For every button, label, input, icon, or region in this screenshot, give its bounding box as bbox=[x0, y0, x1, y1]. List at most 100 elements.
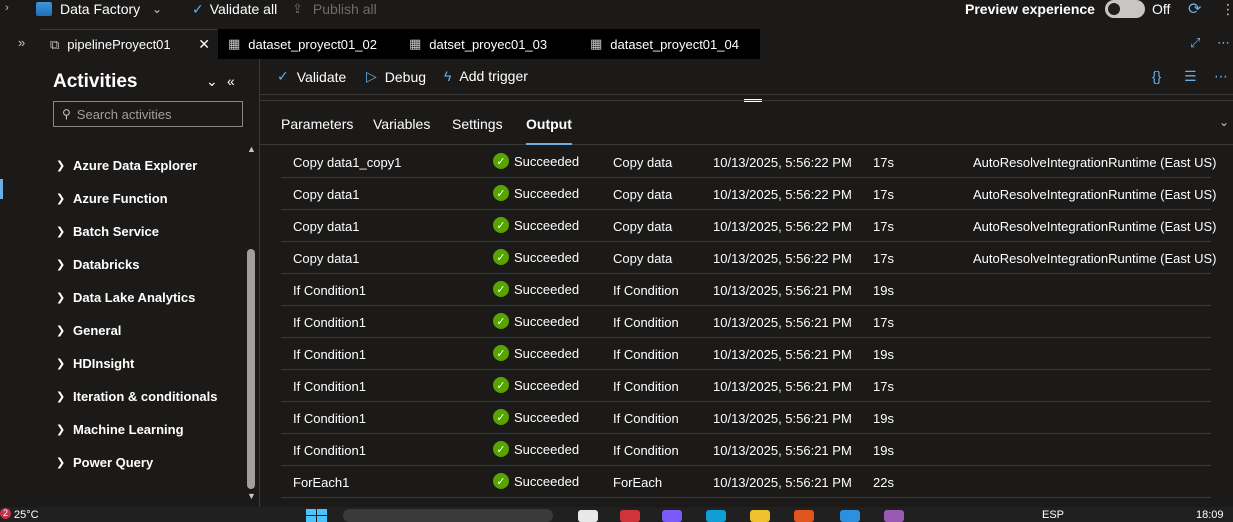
folder-icon[interactable] bbox=[750, 510, 770, 522]
status-label: Succeeded bbox=[514, 185, 580, 201]
activity-category[interactable]: ❯ Iteration & conditionals bbox=[56, 380, 217, 413]
activities-panel: Activities ⌄ « ⚲ ❯ Azure Data Explorer ❯ A… bbox=[40, 59, 260, 507]
hide-panel-icon[interactable]: « bbox=[227, 73, 235, 89]
output-table: Copy data1_copy1 Copy data 10/13/2025, 5:5… bbox=[281, 146, 1217, 498]
tab-dataset-04[interactable]: ▦ dataset_proyect01_04 bbox=[580, 29, 760, 59]
chrome-icon[interactable] bbox=[794, 510, 814, 522]
activity-category[interactable]: ❯ Power Query bbox=[56, 446, 217, 479]
taskbar-search[interactable] bbox=[343, 509, 553, 522]
add-trigger-button[interactable]: ϟ Add trigger bbox=[444, 68, 528, 84]
windows-start-icon[interactable] bbox=[306, 509, 328, 522]
close-icon[interactable]: ✕ bbox=[198, 36, 210, 53]
expand-icon[interactable]: › bbox=[0, 0, 14, 18]
language-indicator[interactable]: ESP bbox=[1042, 509, 1064, 521]
code-icon[interactable]: {} bbox=[1152, 68, 1161, 84]
table-row[interactable]: Copy data1 Copy data 10/13/2025, 5:56:22 P… bbox=[281, 210, 1217, 242]
edge-icon[interactable] bbox=[706, 510, 726, 522]
tab-label: dataset_proyect01_04 bbox=[610, 36, 739, 52]
validate-button[interactable]: ✓ Validate bbox=[277, 68, 346, 85]
run-start: 10/13/2025, 5:56:22 PM bbox=[713, 187, 852, 202]
table-row[interactable]: If Condition1 If Condition 10/13/2025, 5:5… bbox=[281, 338, 1211, 370]
validate-all-button[interactable]: ✓ Validate all bbox=[192, 0, 277, 18]
publish-all-button[interactable]: ⇪ Publish all bbox=[292, 0, 377, 18]
tab-output[interactable]: Output bbox=[526, 116, 572, 145]
document-tab-bar: » ⧉ pipelineProyect01 ✕ ▦ dataset_proyec… bbox=[0, 29, 1233, 59]
debug-button[interactable]: ▷ Debug bbox=[366, 68, 426, 85]
activity-name: If Condition1 bbox=[293, 443, 366, 458]
table-row[interactable]: Copy data1 Copy data 10/13/2025, 5:56:22 P… bbox=[281, 178, 1217, 210]
maximize-icon[interactable]: ⤢ bbox=[1190, 35, 1200, 51]
notification-badge: 2 bbox=[0, 508, 11, 519]
chevron-down-icon[interactable]: ⌄ bbox=[152, 0, 162, 18]
category-label: Batch Service bbox=[73, 224, 159, 239]
activity-category[interactable]: ❯ Azure Function bbox=[56, 182, 217, 215]
weather-temperature[interactable]: 25°C bbox=[14, 509, 39, 521]
table-row[interactable]: If Condition1 If Condition 10/13/2025, 5:5… bbox=[281, 274, 1211, 306]
tab-pipeline[interactable]: ⧉ pipelineProyect01 ✕ bbox=[40, 29, 218, 59]
properties-icon[interactable]: ☰ bbox=[1184, 68, 1197, 85]
chevron-right-icon: ❯ bbox=[56, 193, 66, 205]
table-row[interactable]: If Condition1 If Condition 10/13/2025, 5:5… bbox=[281, 434, 1211, 466]
collapse-all-icon[interactable]: ⌄ bbox=[206, 73, 218, 90]
table-row[interactable]: ForEach1 ForEach 10/13/2025, 5:56:21 PM 22s… bbox=[281, 466, 1211, 498]
more-icon[interactable]: ⋮ bbox=[1221, 0, 1233, 18]
more-icon[interactable]: ⋯ bbox=[1214, 68, 1228, 85]
table-row[interactable]: If Condition1 If Condition 10/13/2025, 5:5… bbox=[281, 306, 1211, 338]
activity-category[interactable]: ❯ HDInsight bbox=[56, 347, 217, 380]
toggle-state-label: Off bbox=[1152, 1, 1171, 17]
tab-label: datset_proyec01_03 bbox=[429, 36, 548, 52]
activity-category[interactable]: ❯ Data Lake Analytics bbox=[56, 281, 217, 314]
table-row[interactable]: If Condition1 If Condition 10/13/2025, 5:5… bbox=[281, 370, 1211, 402]
activity-category[interactable]: ❯ Databricks bbox=[56, 248, 217, 281]
status-label: Succeeded bbox=[514, 153, 580, 169]
success-icon: ✓ bbox=[493, 217, 509, 233]
table-row[interactable]: If Condition1 If Condition 10/13/2025, 5:5… bbox=[281, 402, 1211, 434]
table-row[interactable]: Copy data1 Copy data 10/13/2025, 5:56:22 P… bbox=[281, 242, 1217, 274]
chevron-right-icon: ❯ bbox=[56, 391, 66, 403]
expand-panel-icon[interactable]: » bbox=[18, 35, 25, 50]
app-icon[interactable] bbox=[662, 510, 682, 522]
tab-label: pipelineProyect01 bbox=[67, 37, 171, 52]
clock[interactable]: 18:09 bbox=[1196, 509, 1224, 521]
tab-dataset-02[interactable]: ▦ dataset_proyect01_02 bbox=[218, 29, 399, 59]
tab-label: dataset_proyect01_02 bbox=[248, 36, 377, 52]
preview-toggle[interactable] bbox=[1105, 0, 1145, 18]
upload-icon: ⇪ bbox=[292, 1, 303, 16]
success-icon: ✓ bbox=[493, 409, 509, 425]
category-label: General bbox=[73, 323, 122, 338]
category-label: Azure Data Explorer bbox=[73, 158, 198, 173]
table-icon: ▦ bbox=[590, 36, 603, 51]
activity-category[interactable]: ❯ General bbox=[56, 314, 217, 347]
app-icon[interactable] bbox=[620, 510, 640, 522]
integration-runtime: AutoResolveIntegrationRuntime (East US) bbox=[973, 251, 1217, 266]
activity-category[interactable]: ❯ Batch Service bbox=[56, 215, 217, 248]
data-factory-button[interactable]: Data Factory bbox=[36, 0, 140, 18]
app-icon[interactable] bbox=[578, 510, 598, 522]
activities-scrollbar[interactable]: ▲ ▼ bbox=[246, 144, 256, 501]
chevron-down-icon[interactable]: ⌄ bbox=[1219, 115, 1229, 129]
tab-settings[interactable]: Settings bbox=[452, 116, 503, 132]
activity-category[interactable]: ❯ Azure Data Explorer bbox=[56, 149, 217, 182]
status-cell: ✓ Succeeded bbox=[493, 345, 579, 361]
scroll-thumb[interactable] bbox=[247, 249, 255, 489]
activity-name: If Condition1 bbox=[293, 283, 366, 298]
vscode-icon[interactable] bbox=[840, 510, 860, 522]
tab-dataset-03[interactable]: ▦ datset_proyec01_03 bbox=[399, 29, 580, 59]
app-icon[interactable] bbox=[884, 510, 904, 522]
data-factory-label: Data Factory bbox=[60, 1, 141, 17]
tab-parameters[interactable]: Parameters bbox=[281, 116, 353, 132]
tab-variables[interactable]: Variables bbox=[373, 116, 430, 132]
refresh-icon[interactable]: ⟳ bbox=[1188, 0, 1201, 18]
validate-all-label: Validate all bbox=[209, 1, 278, 17]
status-cell: ✓ Succeeded bbox=[493, 409, 579, 425]
more-icon[interactable]: ⋯ bbox=[1217, 35, 1230, 51]
category-label: Data Lake Analytics bbox=[73, 290, 196, 305]
table-row[interactable]: Copy data1_copy1 Copy data 10/13/2025, 5:5… bbox=[281, 146, 1217, 178]
activity-category[interactable]: ❯ Machine Learning bbox=[56, 413, 217, 446]
search-input[interactable] bbox=[76, 106, 227, 122]
scroll-up-icon[interactable]: ▲ bbox=[247, 144, 256, 154]
search-box[interactable]: ⚲ bbox=[53, 101, 243, 127]
scroll-down-icon[interactable]: ▼ bbox=[247, 491, 256, 501]
publish-all-label: Publish all bbox=[312, 1, 377, 17]
activity-type: Copy data bbox=[613, 251, 673, 266]
